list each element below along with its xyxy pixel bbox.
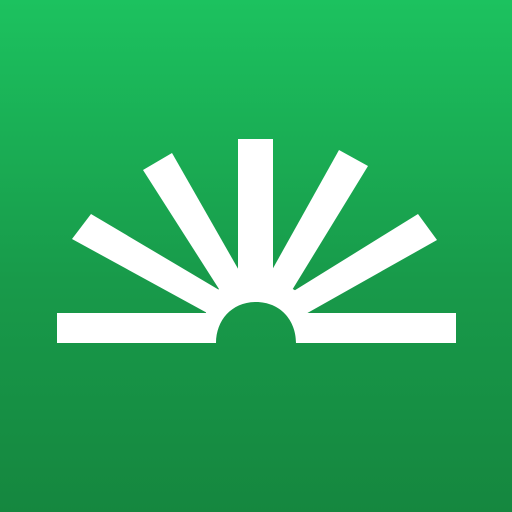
- sun-ray-center-icon: [238, 139, 273, 289]
- app-icon: [0, 0, 512, 512]
- sunrise-logo-icon: [57, 139, 456, 343]
- horizon-sun-icon: [57, 285, 456, 343]
